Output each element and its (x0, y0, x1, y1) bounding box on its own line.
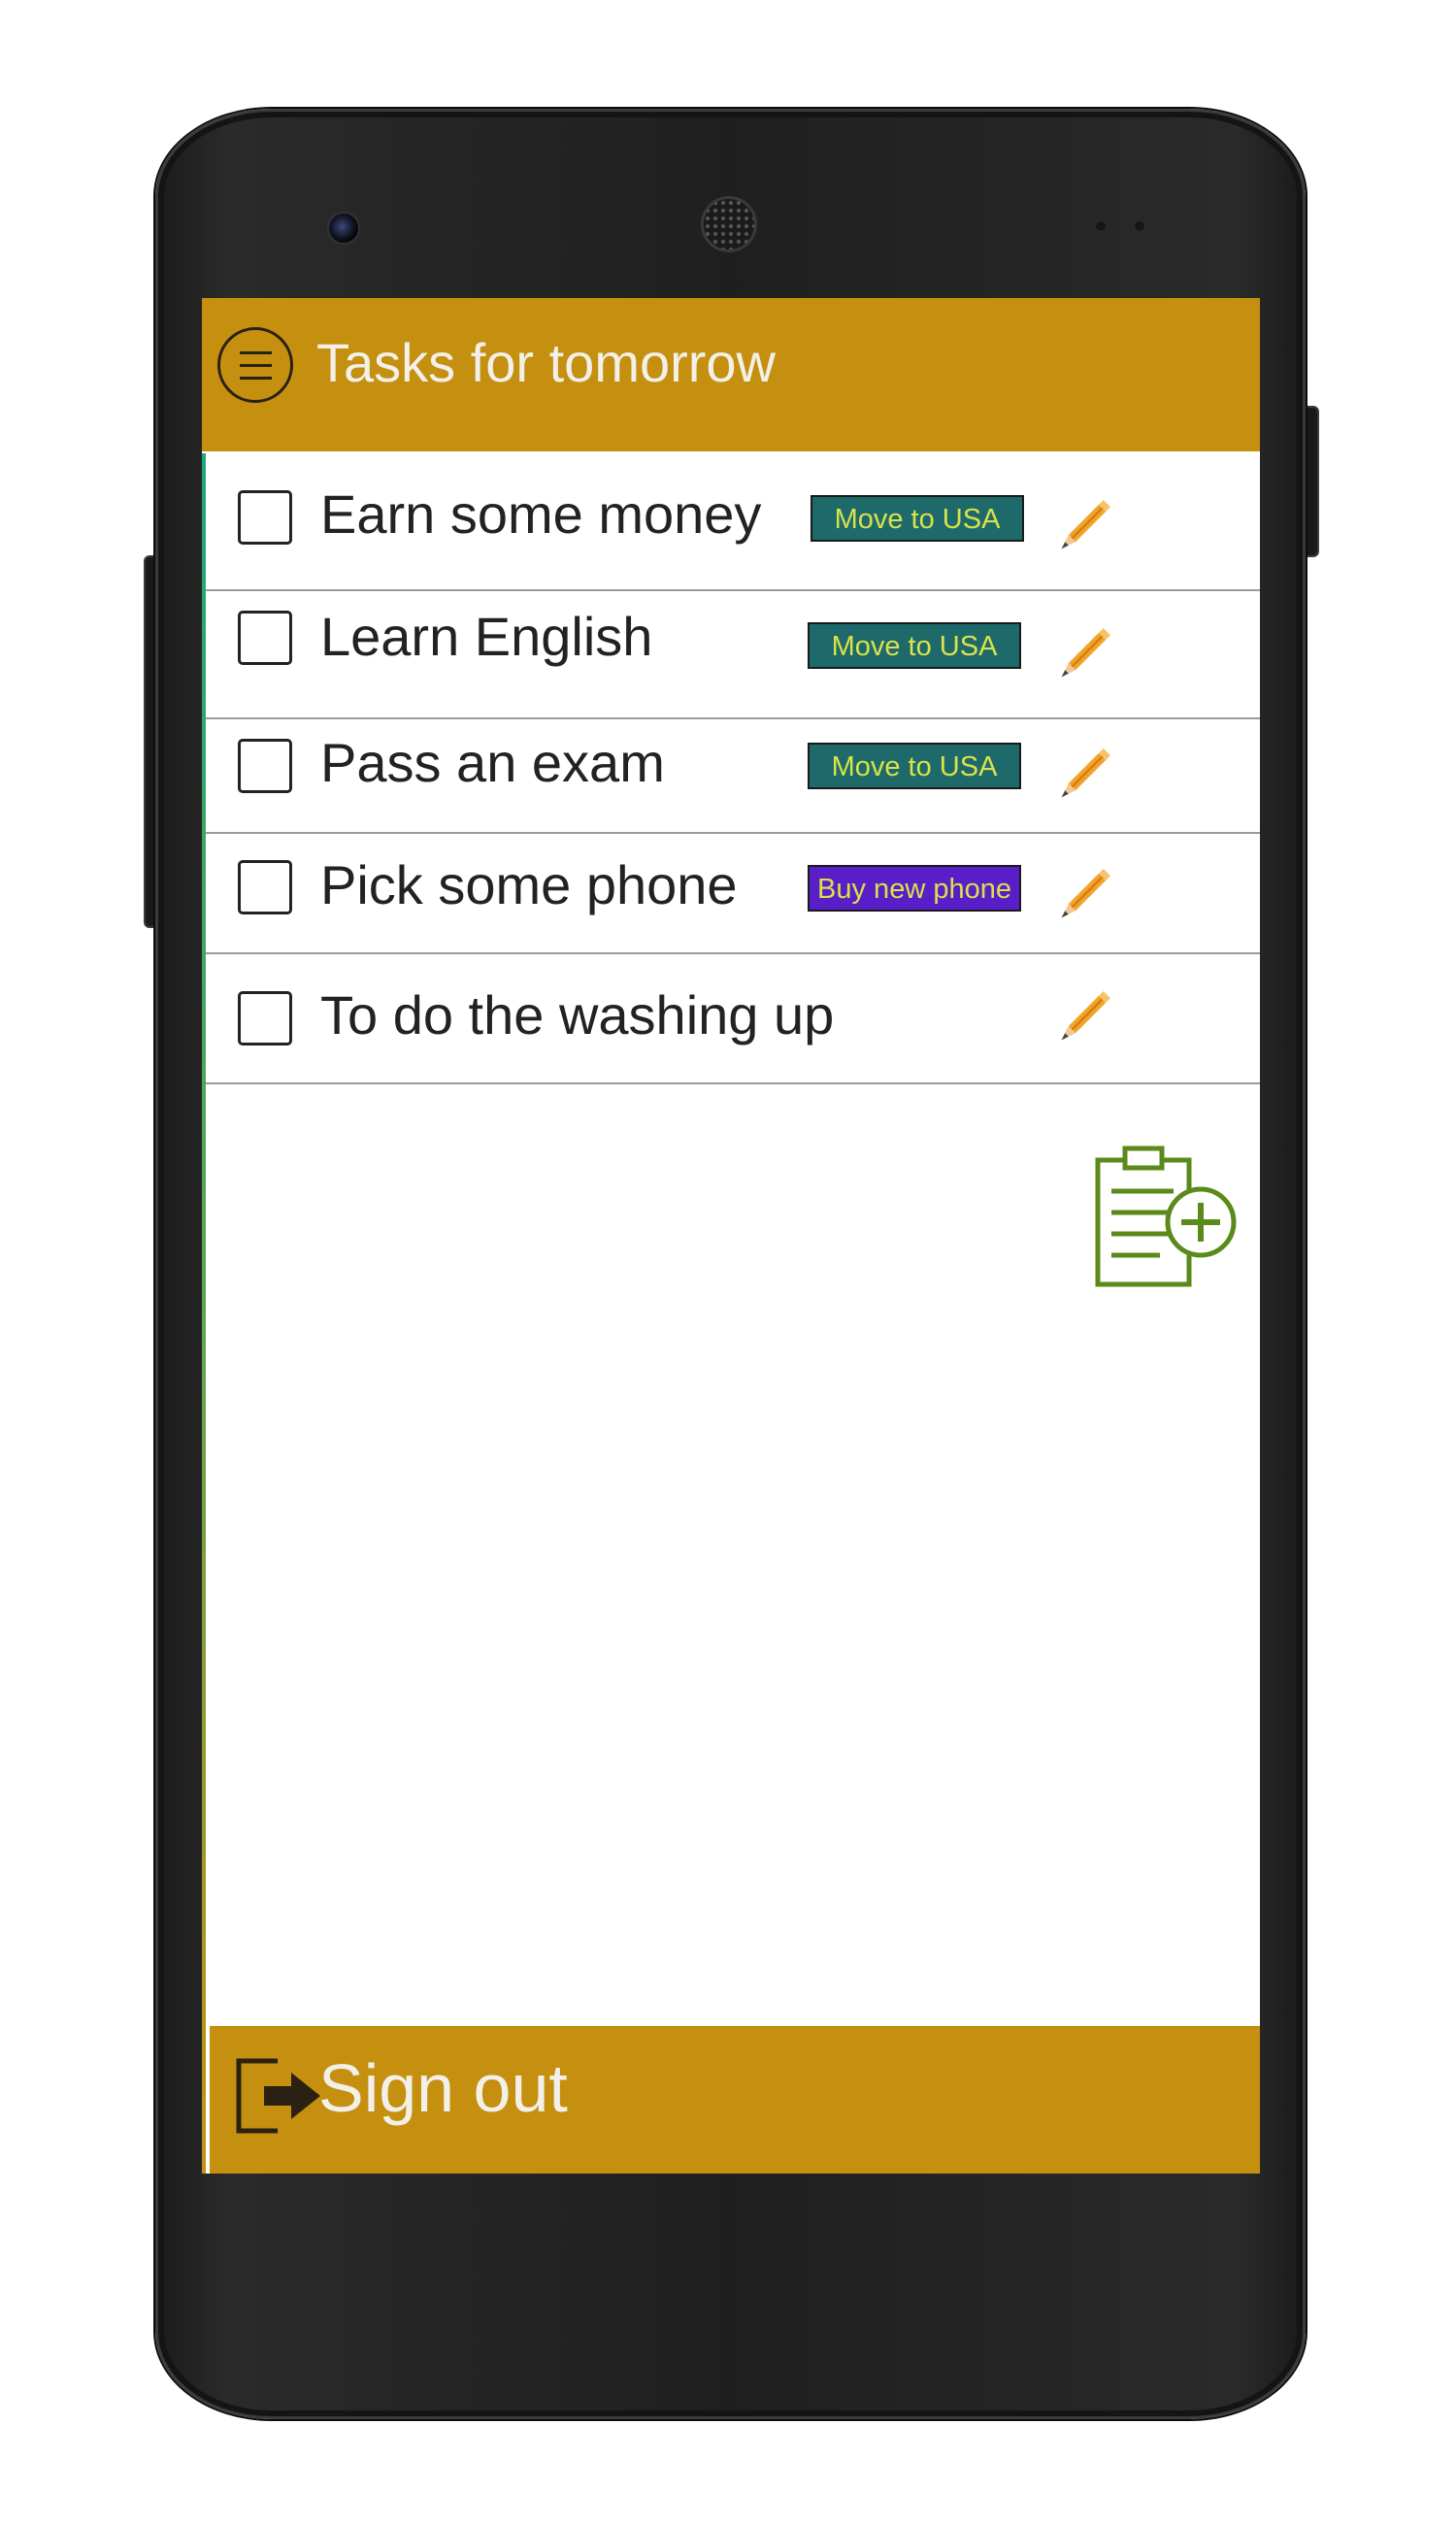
pencil-icon[interactable] (1052, 857, 1122, 927)
task-checkbox[interactable] (238, 490, 292, 545)
page-title: Tasks for tomorrow (316, 332, 776, 393)
task-tag[interactable]: Buy new phone (808, 865, 1021, 912)
sign-out-label: Sign out (318, 2050, 568, 2126)
task-row: Pass an exam Move to USA (206, 719, 1260, 834)
light-sensor (1134, 220, 1145, 232)
task-checkbox[interactable] (238, 739, 292, 793)
clipboard-add-icon[interactable] (1092, 1145, 1238, 1290)
task-text: Earn some money (320, 483, 762, 545)
task-text: Pass an exam (320, 732, 665, 793)
sign-out-icon (236, 2058, 320, 2134)
task-checkbox[interactable] (238, 860, 292, 914)
pencil-icon[interactable] (1052, 737, 1122, 807)
app-bar: Tasks for tomorrow (202, 298, 1260, 451)
task-row: Earn some money Move to USA (206, 451, 1260, 591)
task-text: Pick some phone (320, 854, 738, 915)
pencil-icon[interactable] (1052, 488, 1122, 558)
pencil-icon[interactable] (1052, 616, 1122, 686)
task-checkbox[interactable] (238, 611, 292, 665)
task-tag[interactable]: Move to USA (808, 743, 1021, 789)
task-row: Learn English Move to USA (206, 591, 1260, 719)
task-text: Learn English (320, 606, 653, 667)
pencil-icon[interactable] (1052, 980, 1122, 1049)
earpiece-speaker (701, 196, 757, 252)
task-tag[interactable]: Move to USA (811, 495, 1024, 542)
hamburger-menu-icon[interactable] (217, 327, 293, 403)
task-tag[interactable]: Move to USA (808, 622, 1021, 669)
task-row: Pick some phone Buy new phone (206, 834, 1260, 954)
app-screen: Tasks for tomorrow Earn some money Move … (202, 298, 1260, 2174)
task-row: To do the washing up (206, 954, 1260, 1084)
front-camera (327, 212, 360, 245)
task-text: To do the washing up (320, 984, 835, 1046)
proximity-sensor (1095, 220, 1107, 232)
task-checkbox[interactable] (238, 991, 292, 1046)
sign-out-button[interactable]: Sign out (210, 2026, 1260, 2174)
